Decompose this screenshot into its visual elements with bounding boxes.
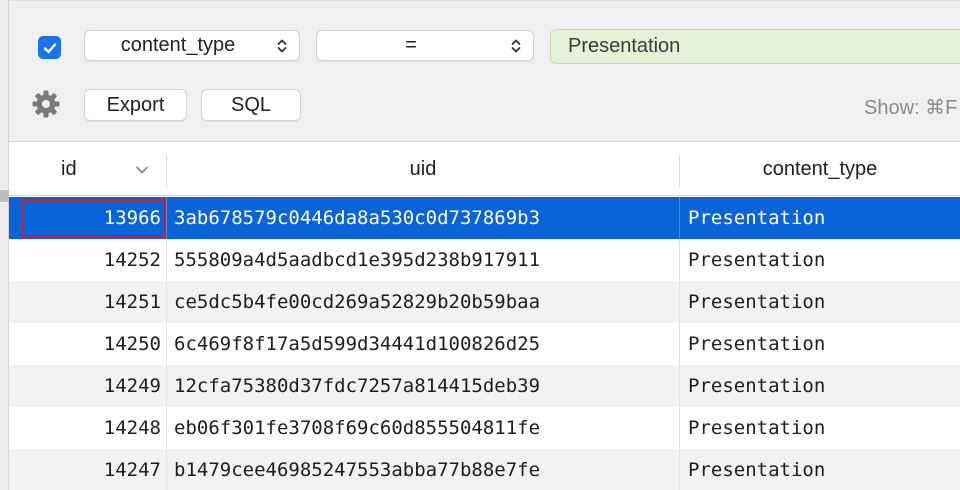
filter-operator-select[interactable]: = (316, 30, 534, 61)
cell-uid[interactable]: ce5dc5b4fe00cd269a52829b20b59baa (167, 281, 679, 323)
sql-button[interactable]: SQL (201, 89, 301, 121)
table-row[interactable]: 14248 eb06f301fe3708f69c60d855504811fe P… (9, 407, 960, 449)
cell-content-type[interactable]: Presentation (680, 197, 960, 239)
filter-toolbar: content_type = Presentation Export SQL S… (9, 0, 960, 142)
column-header-id[interactable]: id (9, 143, 166, 196)
cell-uid[interactable]: eb06f301fe3708f69c60d855504811fe (167, 407, 679, 449)
cell-uid[interactable]: 12cfa75380d37fdc7257a814415deb39 (167, 365, 679, 407)
cell-content-type[interactable]: Presentation (680, 281, 960, 323)
filter-field-value: content_type (120, 34, 236, 56)
cell-id[interactable]: 14250 (9, 323, 166, 365)
cell-content-type[interactable]: Presentation (680, 365, 960, 407)
table-row[interactable]: 14247 b1479cee46985247553abba77b88e7fe P… (9, 449, 960, 490)
filter-field-select[interactable]: content_type (84, 30, 300, 61)
cell-content-type[interactable]: Presentation (680, 449, 960, 490)
column-header-uid[interactable]: uid (167, 143, 679, 196)
cell-content-type[interactable]: Presentation (680, 239, 960, 281)
table-row[interactable]: 14249 12cfa75380d37fdc7257a814415deb39 P… (9, 365, 960, 407)
cell-content-type[interactable]: Presentation (680, 407, 960, 449)
table-row[interactable]: 13966 3ab678579c0446da8a530c0d737869b3 P… (9, 197, 960, 239)
chevron-updown-icon (505, 38, 527, 54)
cell-id[interactable]: 14248 (9, 407, 166, 449)
results-table: id uid content_type 13966 3ab678579c0446… (9, 143, 960, 490)
gear-icon[interactable] (31, 89, 61, 119)
left-panel-edge (0, 0, 9, 490)
filter-enabled-checkbox[interactable] (38, 36, 61, 59)
chevron-updown-icon (271, 38, 293, 54)
panel-edge-marker (0, 190, 9, 202)
cell-id[interactable]: 14251 (9, 281, 166, 323)
table-header: id uid content_type (9, 143, 960, 196)
cell-uid[interactable]: 555809a4d5aadbcd1e395d238b917911 (167, 239, 679, 281)
cell-id[interactable]: 14247 (9, 449, 166, 490)
table-row[interactable]: 14252 555809a4d5aadbcd1e395d238b917911 P… (9, 239, 960, 281)
column-header-content-type[interactable]: content_type (680, 143, 960, 196)
table-row[interactable]: 14251 ce5dc5b4fe00cd269a52829b20b59baa P… (9, 281, 960, 323)
show-shortcut-label: Show: ⌘F (864, 97, 958, 119)
cell-uid[interactable]: b1479cee46985247553abba77b88e7fe (167, 449, 679, 490)
cell-uid[interactable]: 3ab678579c0446da8a530c0d737869b3 (167, 197, 679, 239)
cell-id[interactable]: 14249 (9, 365, 166, 407)
filter-operator-value: = (405, 34, 417, 56)
sort-descending-icon[interactable] (134, 162, 150, 178)
cell-id[interactable]: 14252 (9, 239, 166, 281)
cell-id[interactable]: 13966 (9, 197, 166, 239)
column-header-label: id (61, 158, 77, 180)
filter-value-input[interactable]: Presentation (550, 29, 960, 64)
table-row[interactable]: 14250 6c469f8f17a5d599d34441d100826d25 P… (9, 323, 960, 365)
table-body: 13966 3ab678579c0446da8a530c0d737869b3 P… (9, 197, 960, 490)
export-button[interactable]: Export (84, 89, 187, 121)
checkmark-icon (43, 42, 56, 53)
cell-content-type[interactable]: Presentation (680, 323, 960, 365)
cell-uid[interactable]: 6c469f8f17a5d599d34441d100826d25 (167, 323, 679, 365)
